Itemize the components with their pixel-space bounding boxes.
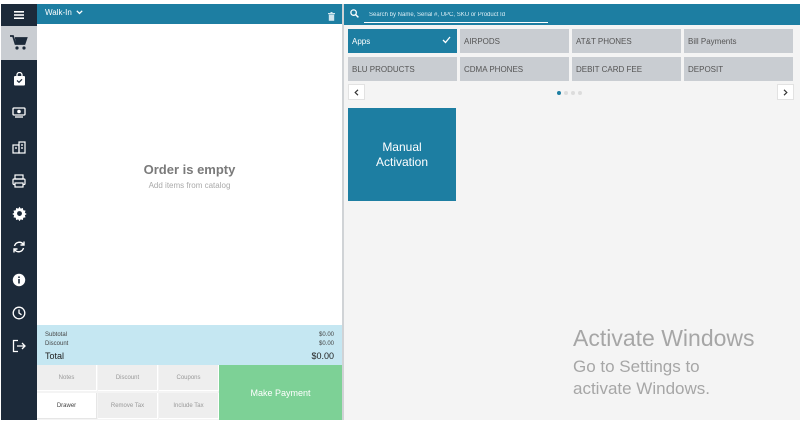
page-dot[interactable] — [564, 91, 568, 95]
discount-button[interactable]: Discount — [98, 365, 158, 391]
printer-icon — [12, 173, 26, 188]
category-cdma-phones[interactable]: CDMA PHONES — [460, 57, 569, 81]
info-icon — [12, 273, 26, 286]
category-apps[interactable]: Apps — [348, 29, 457, 53]
sidebar-item-settings[interactable] — [1, 197, 37, 230]
prev-page-button[interactable] — [348, 84, 365, 100]
sidebar-item-history[interactable] — [1, 296, 37, 329]
chevron-left-icon — [354, 88, 359, 96]
category-label: BLU PRODUCTS — [352, 64, 415, 74]
total-row: Total $0.00 — [45, 351, 334, 361]
catalog-search-bar — [344, 4, 800, 25]
category-att-phones[interactable]: AT&T PHONES — [572, 29, 681, 53]
order-header: Walk-In — [37, 4, 342, 24]
watermark-subtitle: Go to Settings to activate Windows. — [573, 357, 710, 399]
search-icon — [350, 9, 359, 18]
gear-icon — [11, 206, 27, 221]
sidebar-item-cart[interactable] — [1, 26, 37, 60]
menu-button[interactable] — [1, 4, 37, 26]
customer-name: Walk-In — [45, 8, 72, 17]
chevron-right-icon — [783, 88, 788, 96]
category-label: AIRPODS — [464, 36, 501, 46]
category-bill-payments[interactable]: Bill Payments — [684, 29, 793, 53]
category-label: Apps — [352, 36, 371, 46]
category-debit-card-fee[interactable]: DEBIT CARD FEE — [572, 57, 681, 81]
notes-button[interactable]: Notes — [37, 365, 97, 391]
category-label: CDMA PHONES — [464, 64, 524, 74]
total-value: $0.00 — [311, 351, 334, 361]
total-label: Total — [45, 351, 65, 361]
category-deposit[interactable]: DEPOSIT — [684, 57, 793, 81]
customer-select[interactable]: Walk-In — [45, 8, 83, 17]
cash-icon — [12, 106, 26, 118]
page-dot[interactable] — [571, 91, 575, 95]
subtotal-row: Subtotal $0.00 — [45, 332, 334, 338]
sidebar-item-logout[interactable] — [1, 329, 37, 362]
remove-tax-button[interactable]: Remove Tax — [98, 393, 158, 419]
category-blu-products[interactable]: BLU PRODUCTS — [348, 57, 457, 81]
discount-value: $0.00 — [318, 341, 334, 347]
discount-label: Discount — [45, 341, 69, 347]
watermark-title: Activate Windows — [573, 325, 755, 351]
check-icon — [442, 36, 451, 44]
bag-icon — [13, 71, 25, 85]
pos-app: Walk-In Order is empty Add items from ca… — [0, 0, 800, 421]
category-airpods[interactable]: AIRPODS — [460, 29, 569, 53]
page-dot[interactable] — [557, 91, 561, 95]
subtotal-label: Subtotal — [45, 332, 68, 338]
sync-icon — [13, 241, 25, 252]
clock-icon — [12, 306, 26, 319]
store-icon — [12, 140, 26, 154]
sidebar-item-cash[interactable] — [1, 95, 37, 128]
next-page-button[interactable] — [777, 84, 794, 100]
sidebar-nav — [1, 4, 37, 420]
empty-order-subtitle: Add items from catalog — [148, 181, 231, 190]
sidebar-item-sync[interactable] — [1, 230, 37, 263]
order-actions: Notes Discount Coupons Drawer Remove Tax… — [37, 365, 342, 420]
chevron-down-icon — [76, 10, 83, 15]
subtotal-value: $0.00 — [318, 332, 334, 338]
sidebar-item-store[interactable] — [1, 130, 37, 163]
category-label: AT&T PHONES — [576, 36, 632, 46]
sidebar-item-print[interactable] — [1, 164, 37, 197]
category-label: DEPOSIT — [688, 64, 724, 74]
category-label: DEBIT CARD FEE — [576, 64, 643, 74]
empty-order-title: Order is empty — [143, 162, 236, 177]
category-label: Bill Payments — [688, 36, 737, 46]
coupons-button[interactable]: Coupons — [159, 365, 219, 391]
sidebar-item-orders[interactable] — [1, 62, 37, 95]
drawer-button[interactable]: Drawer — [37, 393, 97, 419]
make-payment-button[interactable]: Make Payment — [219, 365, 342, 420]
manual-activation-tile[interactable]: Manual Activation — [348, 108, 456, 201]
logout-icon — [12, 339, 26, 352]
activate-windows-watermark: Activate Windows Go to Settings to activ… — [573, 325, 755, 400]
page-dot[interactable] — [578, 91, 582, 95]
discount-row: Discount $0.00 — [45, 341, 334, 347]
order-totals: Subtotal $0.00 Discount $0.00 Total $0.0… — [37, 325, 342, 365]
page-indicator — [557, 91, 582, 95]
menu-icon — [14, 11, 24, 19]
trash-icon — [328, 12, 335, 21]
search-input[interactable] — [364, 7, 548, 23]
sidebar-item-info[interactable] — [1, 263, 37, 296]
cart-icon — [10, 35, 28, 50]
include-tax-button[interactable]: Include Tax — [159, 393, 219, 419]
order-items-area: Order is empty Add items from catalog — [37, 24, 342, 325]
